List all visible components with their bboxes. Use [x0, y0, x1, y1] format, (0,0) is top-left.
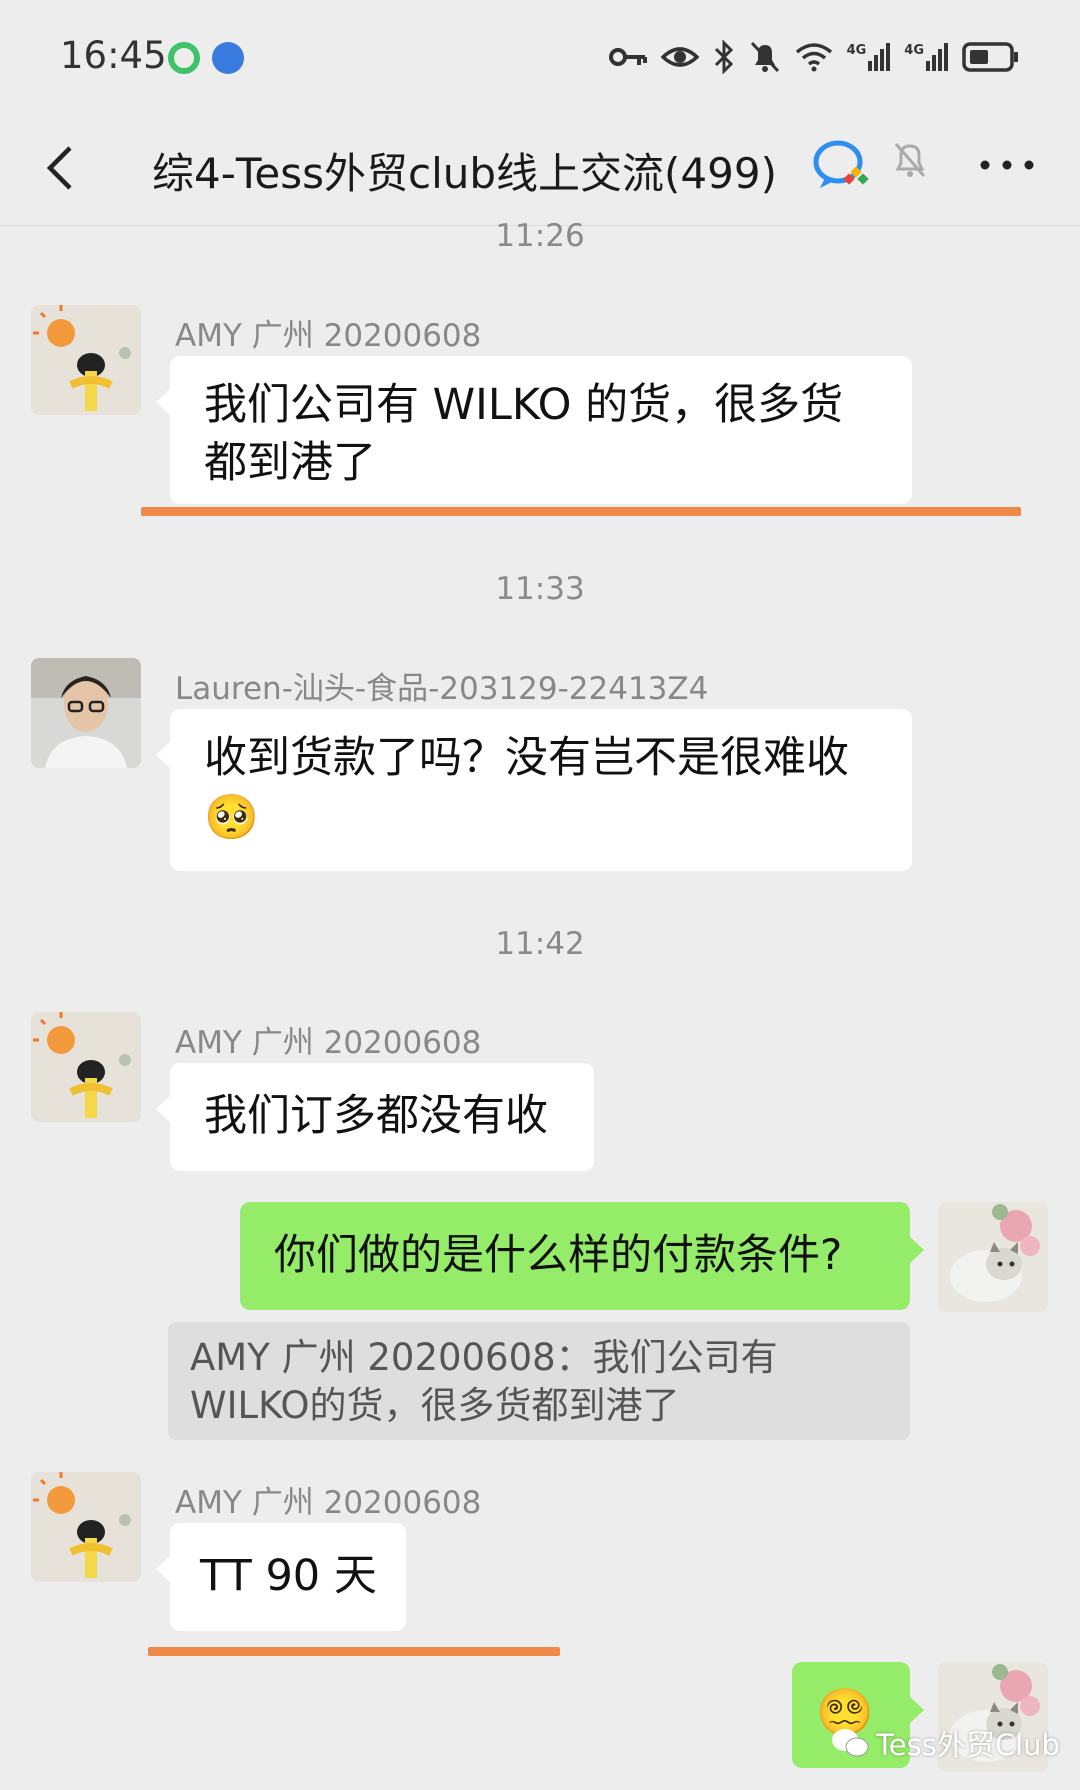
wechat-icon — [832, 1729, 869, 1757]
message-bubble[interactable]: 我们订多都没有收 — [156, 1063, 594, 1171]
mute-notification-icon[interactable] — [893, 140, 927, 180]
battery-icon — [962, 42, 1018, 72]
status-icons: 4G 4G — [608, 40, 1020, 74]
back-arrow-icon[interactable] — [32, 138, 92, 198]
key-icon — [608, 48, 647, 66]
sender-name: AMY 广州 20200608 — [175, 1485, 482, 1521]
network-type-label: 4G — [846, 43, 867, 58]
wifi-icon — [795, 43, 832, 72]
app-green-icon — [168, 42, 200, 74]
highlight-underline — [141, 507, 1021, 516]
my-avatar[interactable] — [938, 1202, 1048, 1312]
message-text: TT 90 天 — [200, 1551, 377, 1601]
signal-4g-icon: 4G — [847, 43, 891, 71]
message-text-line: 都到港了 — [204, 438, 376, 488]
message-text-line: 我们公司有 WILKO 的货，很多货 — [204, 380, 844, 430]
message-text: 你们做的是什么样的付款条件? — [274, 1230, 843, 1279]
more-options-icon[interactable] — [972, 140, 1042, 190]
quote-text-line: WILKO的货，很多货都到港了 — [190, 1384, 680, 1427]
signal-4g-icon: 4G — [904, 43, 948, 71]
message-bubble[interactable]: TT 90 天 — [156, 1523, 406, 1631]
avatar[interactable] — [31, 1472, 141, 1582]
quote-text-line: AMY 广州 20200608：我们公司有 — [190, 1336, 778, 1379]
highlight-underline — [148, 1647, 560, 1656]
message-text: 收到货款了吗？没有岂不是很难收 — [204, 733, 849, 783]
app-blue-icon — [212, 42, 244, 74]
status-bar: 16:45 4G 4G — [0, 0, 1080, 110]
status-time: 16:45 — [60, 34, 167, 77]
network-type-label: 4G — [904, 43, 924, 58]
sender-name: Lauren-汕头-食品-203129-22413Z4 — [175, 671, 709, 707]
message-bubble[interactable]: 收到货款了吗？没有岂不是很难收 🥺 — [156, 709, 912, 871]
group-chat-icon — [813, 140, 869, 188]
bluetooth-icon — [714, 40, 733, 74]
mute-bell-icon — [750, 41, 779, 73]
message-bubble[interactable]: 我们公司有 WILKO 的货，很多货 都到港了 — [156, 356, 912, 504]
avatar[interactable] — [31, 305, 141, 415]
quoted-message[interactable]: AMY 广州 20200608：我们公司有 WILKO的货，很多货都到港了 — [168, 1322, 910, 1440]
message-bubble-outgoing[interactable]: 你们做的是什么样的付款条件? — [240, 1202, 924, 1310]
timestamp: 11:33 — [495, 571, 585, 607]
watermark: Tess外贸Club — [830, 1722, 1060, 1764]
avatar[interactable] — [31, 658, 141, 768]
eye-icon — [660, 47, 699, 67]
watermark-text: Tess外贸Club — [876, 1728, 1060, 1762]
sender-name: AMY 广州 20200608 — [175, 318, 482, 354]
timestamp: 11:26 — [495, 218, 585, 254]
pleading-face-emoji-icon: 🥺 — [204, 792, 259, 843]
sender-name: AMY 广州 20200608 — [175, 1025, 482, 1061]
timestamp: 11:42 — [495, 926, 585, 962]
message-text: 我们订多都没有收 — [204, 1091, 548, 1141]
chat-title: 综4-Tess外贸club线上交流(499) — [152, 149, 777, 198]
avatar[interactable] — [31, 1012, 141, 1122]
chat-header: 综4-Tess外贸club线上交流(499) — [0, 110, 1080, 226]
